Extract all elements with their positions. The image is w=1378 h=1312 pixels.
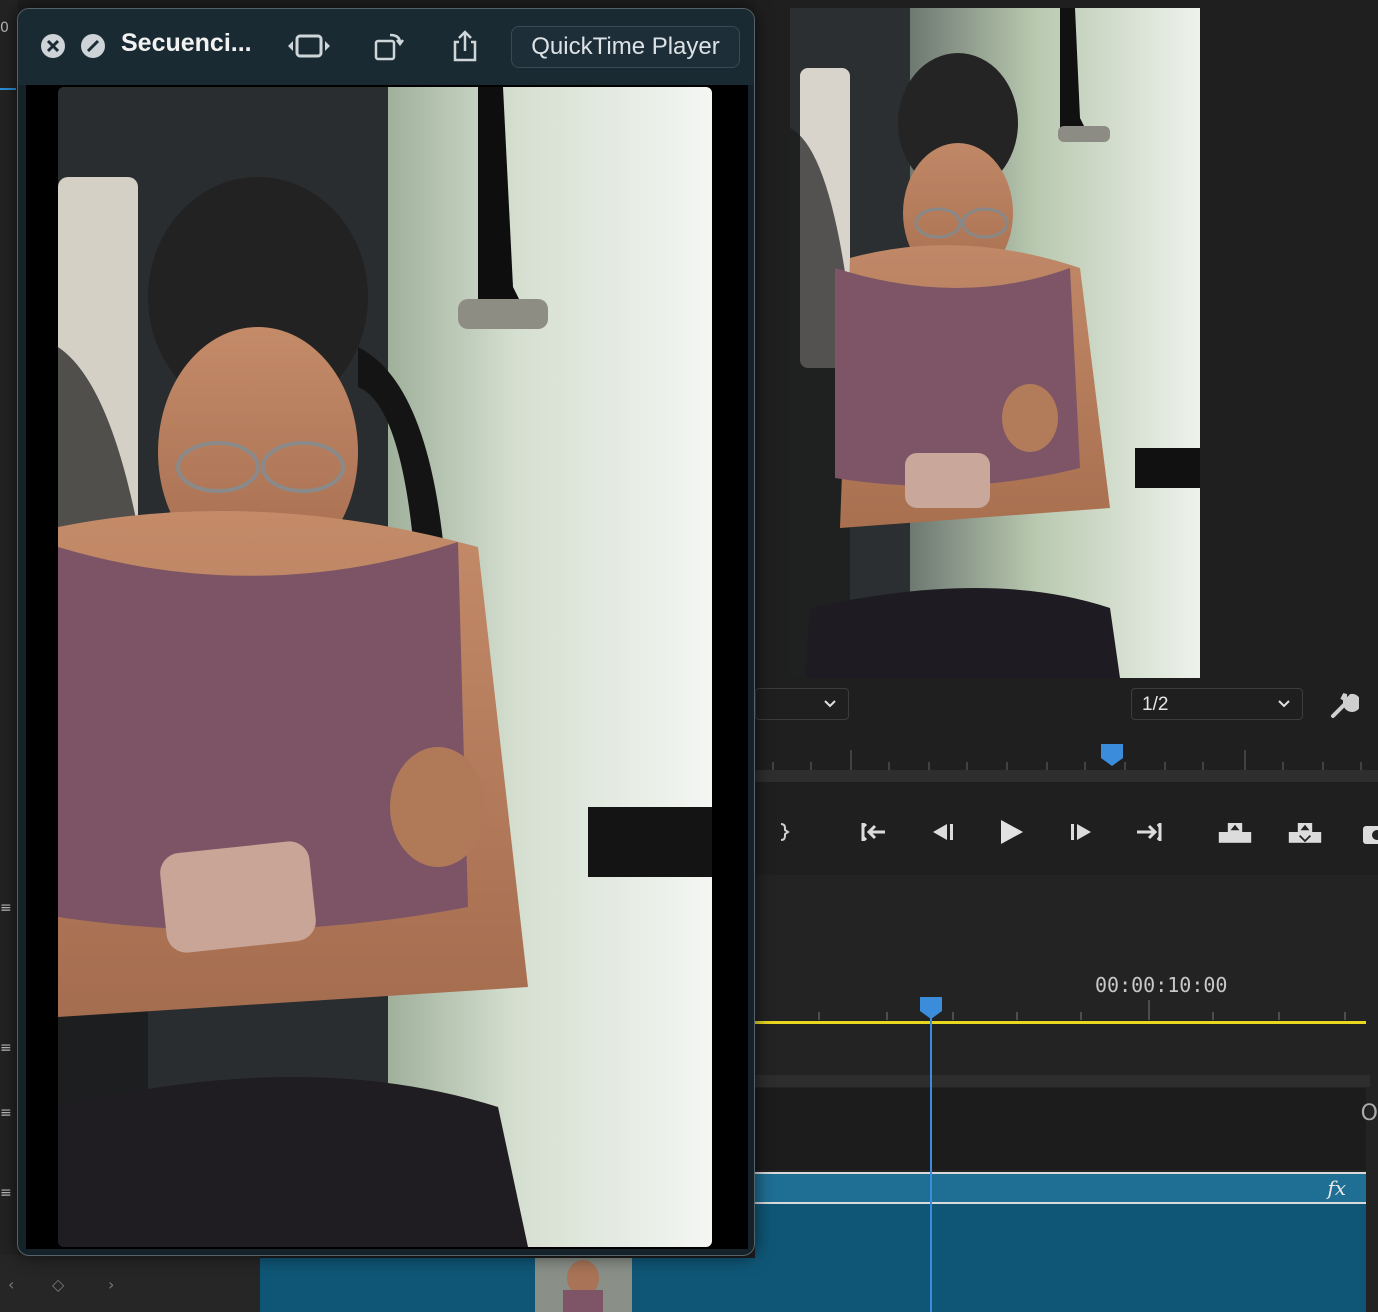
- fit-dropdown[interactable]: [755, 688, 849, 720]
- bottom-left-controls: ‹ ◇ ›: [0, 1255, 260, 1312]
- step-back-button[interactable]: [923, 814, 959, 850]
- program-time-ruler[interactable]: [755, 740, 1378, 782]
- quicktime-app-label[interactable]: QuickTime Player: [511, 26, 740, 68]
- quicktime-window: Secuenci... QuickTime Player: [17, 8, 755, 1256]
- rotate-icon: [374, 33, 404, 61]
- menu-icon[interactable]: ≡: [0, 900, 12, 916]
- left-panel-strip: 0 ≡ ≡ ≡ ≡: [0, 0, 18, 1312]
- step-back-icon: [933, 824, 953, 840]
- share-button[interactable]: [448, 29, 488, 63]
- timeline-playhead[interactable]: [920, 997, 942, 1021]
- close-button[interactable]: [41, 34, 65, 58]
- go-to-out-icon: [1137, 823, 1162, 841]
- program-playhead[interactable]: [1101, 744, 1123, 766]
- lift-button[interactable]: [1217, 814, 1257, 850]
- timeline-clip-track-mid[interactable]: [632, 1258, 755, 1312]
- chevron-down-icon: [1278, 700, 1290, 708]
- trim-button[interactable]: [286, 29, 330, 63]
- rotate-button[interactable]: [372, 29, 412, 63]
- scroll-handle-icon[interactable]: O: [1361, 1101, 1378, 1126]
- trim-icon: [288, 34, 330, 58]
- panel-tab-accent[interactable]: [0, 50, 16, 90]
- close-icon: [46, 39, 60, 53]
- clip-thumbnail: [535, 1258, 632, 1312]
- camera-icon: [1363, 826, 1378, 844]
- export-frame-button[interactable]: [1359, 814, 1378, 850]
- mark-out-button[interactable]: [769, 814, 805, 850]
- video-track-empty[interactable]: [755, 1088, 1366, 1170]
- track-options-icon[interactable]: ≡: [0, 1105, 12, 1121]
- mark-out-icon: [780, 823, 790, 841]
- track-options-icon[interactable]: ≡: [0, 1185, 12, 1201]
- chevron-left-icon[interactable]: ‹: [8, 1275, 14, 1294]
- playback-resolution-dropdown[interactable]: 1/2: [1131, 688, 1303, 720]
- step-forward-button[interactable]: [1065, 814, 1101, 850]
- zoom-scroll-bar[interactable]: [755, 770, 1378, 782]
- timeline-clip[interactable]: [755, 1204, 1366, 1312]
- extract-icon: [1288, 823, 1322, 843]
- go-to-in-icon: [861, 822, 885, 842]
- quicktime-titlebar[interactable]: Secuenci... QuickTime Player: [18, 9, 754, 85]
- program-monitor-video: [790, 8, 1200, 678]
- go-to-in-button[interactable]: [855, 814, 891, 850]
- track-divider: [755, 1075, 1370, 1087]
- share-icon: [453, 30, 477, 62]
- timeline-playhead-line[interactable]: [930, 1005, 932, 1312]
- step-forward-icon: [1071, 824, 1091, 840]
- work-area-bar[interactable]: [755, 1021, 1366, 1024]
- play-icon: [1001, 820, 1023, 844]
- quicktime-video-frame: [58, 87, 712, 1247]
- play-button[interactable]: [993, 814, 1029, 850]
- timeline-clip-track-left[interactable]: [260, 1258, 535, 1312]
- panel-label-fragment: 0: [0, 20, 9, 36]
- minimize-disabled-button[interactable]: [81, 34, 105, 58]
- lift-icon: [1218, 823, 1252, 843]
- timeline-timecode-label: 00:00:10:00: [1095, 973, 1228, 997]
- go-to-out-button[interactable]: [1133, 814, 1169, 850]
- window-title: Secuenci...: [121, 29, 252, 57]
- keyframe-icon[interactable]: ◇: [52, 1275, 64, 1294]
- quicktime-video-area[interactable]: [26, 85, 748, 1249]
- chevron-right-icon[interactable]: ›: [108, 1275, 114, 1294]
- stop-icon: [86, 39, 100, 53]
- track-options-icon[interactable]: ≡: [0, 1040, 12, 1056]
- wrench-icon[interactable]: [1325, 688, 1361, 720]
- timeline-panel: 00:00:10:00 fx O: [755, 875, 1378, 1312]
- transport-controls: [755, 800, 1378, 864]
- timeline-clip-header[interactable]: fx: [755, 1172, 1366, 1204]
- playback-resolution-value: 1/2: [1142, 694, 1169, 715]
- timeline-ruler[interactable]: [755, 1000, 1366, 1030]
- chevron-down-icon: [824, 700, 836, 708]
- screen: 0 ≡ ≡ ≡ ≡ ‹ ◇ › 1/2 00:00:10:00 fx O Sec…: [0, 0, 1378, 1312]
- extract-button[interactable]: [1287, 814, 1327, 850]
- fx-badge[interactable]: fx: [1327, 1176, 1346, 1200]
